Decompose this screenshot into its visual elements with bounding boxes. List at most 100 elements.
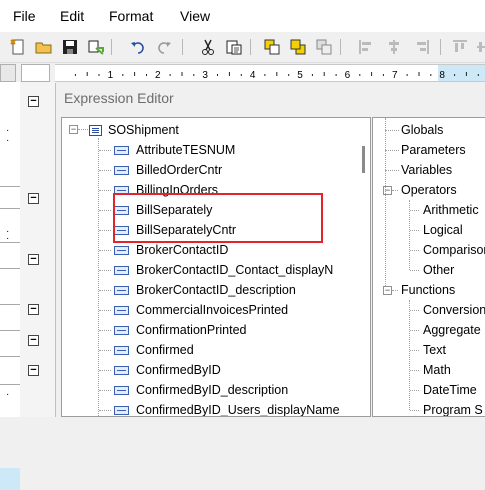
section-collapse-toggle[interactable]: − (28, 304, 39, 315)
ruler-tick (86, 72, 88, 76)
tree-field-node[interactable]: BrokerContactID (114, 240, 228, 260)
group-icon[interactable] (314, 37, 334, 57)
section-collapse-toggle[interactable]: − (28, 254, 39, 265)
toolbar-separator (111, 39, 112, 55)
tree-field-node[interactable]: AttributeTESNUM (114, 140, 235, 160)
tree-field-node[interactable]: BilledOrderCntr (114, 160, 222, 180)
open-folder-icon[interactable] (34, 37, 54, 57)
align-center-icon[interactable] (384, 37, 404, 57)
margin-dot: · (6, 233, 10, 244)
menu-edit[interactable]: Edit (60, 8, 84, 24)
ruler-tick (98, 74, 100, 76)
function-item-node[interactable]: Comparison (423, 240, 485, 260)
tree-field-label: ConfirmedByID_Users_displayName (136, 403, 340, 417)
tree-field-node[interactable]: ConfirmedByID_description (114, 380, 288, 400)
ruler-tick (228, 72, 230, 76)
redo-icon[interactable] (154, 37, 174, 57)
undo-icon[interactable] (128, 37, 148, 57)
tree-field-label: ConfirmedByID_description (136, 383, 289, 397)
tree-field-node[interactable]: CommercialInvoicesPrinted (114, 300, 288, 320)
ruler-tick (74, 74, 76, 76)
tree-field-node[interactable]: BrokerContactID_description (114, 280, 296, 300)
tree-connector (99, 370, 111, 371)
root-collapse-toggle[interactable]: − (69, 125, 78, 134)
ruler-tick (134, 72, 136, 76)
field-icon (114, 166, 129, 176)
field-icon (114, 326, 129, 336)
function-item-node[interactable]: Program S (423, 400, 483, 416)
margin-dot: · (6, 135, 10, 146)
object-icon (89, 125, 102, 137)
tree-connector (409, 300, 410, 410)
ruler-tick (288, 74, 290, 76)
tree-field-node[interactable]: ConfirmationPrinted (114, 320, 246, 340)
section-collapse-toggle[interactable]: − (28, 96, 39, 107)
tree-connector (385, 150, 399, 151)
save-icon[interactable] (60, 37, 80, 57)
section-collapse-toggle[interactable]: − (28, 365, 39, 376)
function-item-node[interactable]: DateTime (423, 380, 477, 400)
function-group-toggle[interactable]: − (383, 286, 392, 295)
function-group-node[interactable]: Globals (401, 120, 443, 140)
tree-field-node[interactable]: ConfirmedByID_Users_displayName (114, 400, 340, 417)
toolbar-separator (340, 39, 341, 55)
scrollbar-thumb[interactable] (362, 146, 365, 173)
tree-connector (99, 290, 111, 291)
align-left-icon[interactable] (356, 37, 376, 57)
section-divider (0, 330, 20, 331)
tree-connector (410, 270, 419, 271)
tree-field-label: BilledOrderCntr (136, 163, 223, 177)
vertical-scrollbar[interactable] (356, 118, 370, 416)
menu-format[interactable]: Format (109, 8, 153, 24)
function-group-node[interactable]: Variables (401, 160, 452, 180)
tree-connector (410, 370, 419, 371)
tree-connector (392, 190, 398, 191)
menu-file[interactable]: File (13, 8, 36, 24)
tree-root-node[interactable]: SOShipment (89, 120, 179, 140)
tree-field-node[interactable]: Confirmed (114, 340, 194, 360)
section-collapse-toggle[interactable]: − (28, 193, 39, 204)
new-document-icon[interactable] (8, 37, 28, 57)
ruler-label: 2 (155, 70, 161, 81)
margin-dot: · (6, 389, 10, 400)
function-item-node[interactable]: Logical (423, 220, 463, 240)
send-backward-icon[interactable] (288, 37, 308, 57)
function-item-node[interactable]: Conversion (423, 300, 485, 320)
function-item-node[interactable]: Other (423, 260, 454, 280)
menu-bar: File Edit Format View (0, 0, 485, 32)
function-item-node[interactable]: Math (423, 360, 451, 380)
tree-connector (410, 330, 419, 331)
tree-connector (410, 210, 419, 211)
ruler-tick (465, 72, 467, 76)
function-group-node[interactable]: Parameters (401, 140, 466, 160)
align-right-icon[interactable] (412, 37, 432, 57)
function-item-node[interactable]: Text (423, 340, 446, 360)
function-group-node[interactable]: Operators (401, 180, 457, 200)
function-item-node[interactable]: Arithmetic (423, 200, 479, 220)
tree-connector (78, 129, 88, 130)
cut-icon[interactable] (198, 37, 218, 57)
ruler-tick (430, 74, 432, 76)
tree-field-label: CommercialInvoicesPrinted (136, 303, 289, 317)
align-middle-icon[interactable] (474, 37, 485, 57)
tree-connector (410, 350, 419, 351)
menu-view[interactable]: View (180, 8, 210, 24)
function-group-node[interactable]: Functions (401, 280, 455, 300)
tree-field-node[interactable]: BrokerContactID_Contact_displayN (114, 260, 333, 280)
tree-connector (99, 330, 111, 331)
function-item-node[interactable]: Aggregate (423, 320, 481, 340)
tree-connector (99, 310, 111, 311)
properties-icon[interactable] (86, 37, 106, 57)
ruler-ticks: 123456789 (74, 70, 479, 81)
section-collapse-toggle[interactable]: − (28, 335, 39, 346)
ruler-tick (311, 74, 313, 76)
expression-editor-dialog: Expression Editor − SOShipment Attribute… (55, 83, 485, 417)
tree-field-node[interactable]: ConfirmedByID (114, 360, 221, 380)
ruler-tick (418, 72, 420, 76)
section-divider (0, 208, 20, 209)
tree-connector (392, 290, 398, 291)
bring-forward-icon[interactable] (262, 37, 282, 57)
paste-icon[interactable] (224, 37, 244, 57)
align-top-icon[interactable] (450, 37, 470, 57)
tree-connector (385, 170, 399, 171)
